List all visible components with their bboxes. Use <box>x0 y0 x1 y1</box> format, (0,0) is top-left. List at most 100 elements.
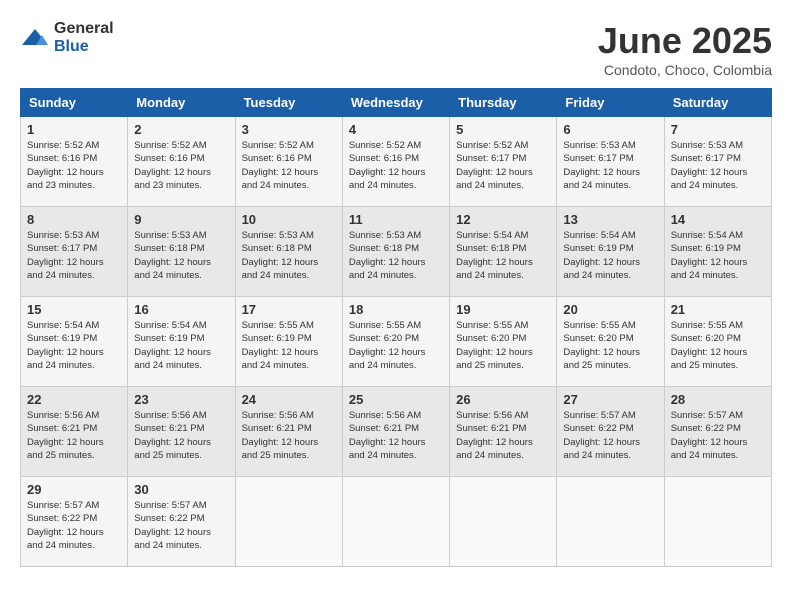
sunrise: Sunrise: 5:52 AM <box>27 140 99 151</box>
day-number: 5 <box>456 122 550 137</box>
day-number: 7 <box>671 122 765 137</box>
sunset: Sunset: 6:16 PM <box>242 153 312 164</box>
daylight: Daylight: 12 hours <box>134 437 211 448</box>
page-header: General Blue June 2025 Condoto, Choco, C… <box>20 20 772 78</box>
calendar-cell: 8 Sunrise: 5:53 AM Sunset: 6:17 PM Dayli… <box>21 207 128 297</box>
daylight-continued: and 24 minutes. <box>456 270 524 281</box>
calendar-cell: 17 Sunrise: 5:55 AM Sunset: 6:19 PM Dayl… <box>235 297 342 387</box>
daylight: Daylight: 12 hours <box>349 167 426 178</box>
daylight: Daylight: 12 hours <box>456 167 533 178</box>
daylight: Daylight: 12 hours <box>456 257 533 268</box>
sunset: Sunset: 6:17 PM <box>563 153 633 164</box>
daylight-continued: and 24 minutes. <box>242 360 310 371</box>
weekday-header-row: Sunday Monday Tuesday Wednesday Thursday… <box>21 89 772 117</box>
sunrise: Sunrise: 5:56 AM <box>27 410 99 421</box>
daylight-continued: and 25 minutes. <box>563 360 631 371</box>
daylight: Daylight: 12 hours <box>242 167 319 178</box>
day-number: 13 <box>563 212 657 227</box>
sunrise: Sunrise: 5:53 AM <box>27 230 99 241</box>
title-area: June 2025 Condoto, Choco, Colombia <box>598 20 772 78</box>
calendar-cell: 13 Sunrise: 5:54 AM Sunset: 6:19 PM Dayl… <box>557 207 664 297</box>
calendar-cell: 1 Sunrise: 5:52 AM Sunset: 6:16 PM Dayli… <box>21 117 128 207</box>
sunrise: Sunrise: 5:55 AM <box>563 320 635 331</box>
day-number: 29 <box>27 482 121 497</box>
calendar-cell: 4 Sunrise: 5:52 AM Sunset: 6:16 PM Dayli… <box>342 117 449 207</box>
day-number: 17 <box>242 302 336 317</box>
daylight: Daylight: 12 hours <box>671 167 748 178</box>
sunset: Sunset: 6:22 PM <box>671 423 741 434</box>
sunset: Sunset: 6:19 PM <box>134 333 204 344</box>
daylight: Daylight: 12 hours <box>671 437 748 448</box>
sunset: Sunset: 6:21 PM <box>349 423 419 434</box>
sunrise: Sunrise: 5:53 AM <box>242 230 314 241</box>
daylight-continued: and 24 minutes. <box>456 450 524 461</box>
calendar-cell: 12 Sunrise: 5:54 AM Sunset: 6:18 PM Dayl… <box>450 207 557 297</box>
day-number: 26 <box>456 392 550 407</box>
daylight: Daylight: 12 hours <box>134 167 211 178</box>
daylight: Daylight: 12 hours <box>27 257 104 268</box>
daylight-continued: and 24 minutes. <box>671 270 739 281</box>
daylight-continued: and 23 minutes. <box>134 180 202 191</box>
daylight-continued: and 25 minutes. <box>242 450 310 461</box>
calendar-cell: 15 Sunrise: 5:54 AM Sunset: 6:19 PM Dayl… <box>21 297 128 387</box>
header-wednesday: Wednesday <box>342 89 449 117</box>
day-number: 19 <box>456 302 550 317</box>
calendar-cell <box>235 477 342 567</box>
header-tuesday: Tuesday <box>235 89 342 117</box>
daylight-continued: and 24 minutes. <box>563 450 631 461</box>
sunrise: Sunrise: 5:53 AM <box>671 140 743 151</box>
daylight: Daylight: 12 hours <box>456 437 533 448</box>
sunset: Sunset: 6:19 PM <box>27 333 97 344</box>
sunrise: Sunrise: 5:54 AM <box>671 230 743 241</box>
sunset: Sunset: 6:18 PM <box>349 243 419 254</box>
daylight-continued: and 24 minutes. <box>134 360 202 371</box>
daylight-continued: and 23 minutes. <box>27 180 95 191</box>
calendar-cell: 21 Sunrise: 5:55 AM Sunset: 6:20 PM Dayl… <box>664 297 771 387</box>
sunset: Sunset: 6:19 PM <box>671 243 741 254</box>
sunrise: Sunrise: 5:56 AM <box>134 410 206 421</box>
logo-blue: Blue <box>54 38 89 55</box>
daylight: Daylight: 12 hours <box>27 527 104 538</box>
day-number: 24 <box>242 392 336 407</box>
daylight-continued: and 25 minutes. <box>456 360 524 371</box>
month-title: June 2025 <box>598 20 772 62</box>
sunrise: Sunrise: 5:57 AM <box>563 410 635 421</box>
daylight: Daylight: 12 hours <box>456 347 533 358</box>
calendar-cell: 5 Sunrise: 5:52 AM Sunset: 6:17 PM Dayli… <box>450 117 557 207</box>
sunset: Sunset: 6:16 PM <box>134 153 204 164</box>
day-number: 27 <box>563 392 657 407</box>
sunset: Sunset: 6:18 PM <box>242 243 312 254</box>
sunrise: Sunrise: 5:54 AM <box>27 320 99 331</box>
sunset: Sunset: 6:22 PM <box>563 423 633 434</box>
sunrise: Sunrise: 5:55 AM <box>349 320 421 331</box>
sunset: Sunset: 6:20 PM <box>349 333 419 344</box>
sunrise: Sunrise: 5:52 AM <box>134 140 206 151</box>
day-number: 23 <box>134 392 228 407</box>
calendar-cell <box>664 477 771 567</box>
day-number: 28 <box>671 392 765 407</box>
location: Condoto, Choco, Colombia <box>598 62 772 78</box>
sunrise: Sunrise: 5:55 AM <box>671 320 743 331</box>
daylight-continued: and 25 minutes. <box>27 450 95 461</box>
daylight: Daylight: 12 hours <box>134 257 211 268</box>
daylight-continued: and 24 minutes. <box>349 360 417 371</box>
daylight-continued: and 24 minutes. <box>671 450 739 461</box>
calendar-cell <box>557 477 664 567</box>
day-number: 2 <box>134 122 228 137</box>
sunset: Sunset: 6:21 PM <box>134 423 204 434</box>
calendar-cell: 25 Sunrise: 5:56 AM Sunset: 6:21 PM Dayl… <box>342 387 449 477</box>
day-number: 22 <box>27 392 121 407</box>
sunset: Sunset: 6:18 PM <box>134 243 204 254</box>
daylight: Daylight: 12 hours <box>27 437 104 448</box>
day-number: 4 <box>349 122 443 137</box>
day-number: 15 <box>27 302 121 317</box>
calendar-cell: 30 Sunrise: 5:57 AM Sunset: 6:22 PM Dayl… <box>128 477 235 567</box>
day-number: 6 <box>563 122 657 137</box>
calendar-week-row: 1 Sunrise: 5:52 AM Sunset: 6:16 PM Dayli… <box>21 117 772 207</box>
calendar-week-row: 8 Sunrise: 5:53 AM Sunset: 6:17 PM Dayli… <box>21 207 772 297</box>
sunset: Sunset: 6:21 PM <box>456 423 526 434</box>
daylight: Daylight: 12 hours <box>134 347 211 358</box>
sunrise: Sunrise: 5:53 AM <box>134 230 206 241</box>
day-number: 16 <box>134 302 228 317</box>
daylight: Daylight: 12 hours <box>242 347 319 358</box>
